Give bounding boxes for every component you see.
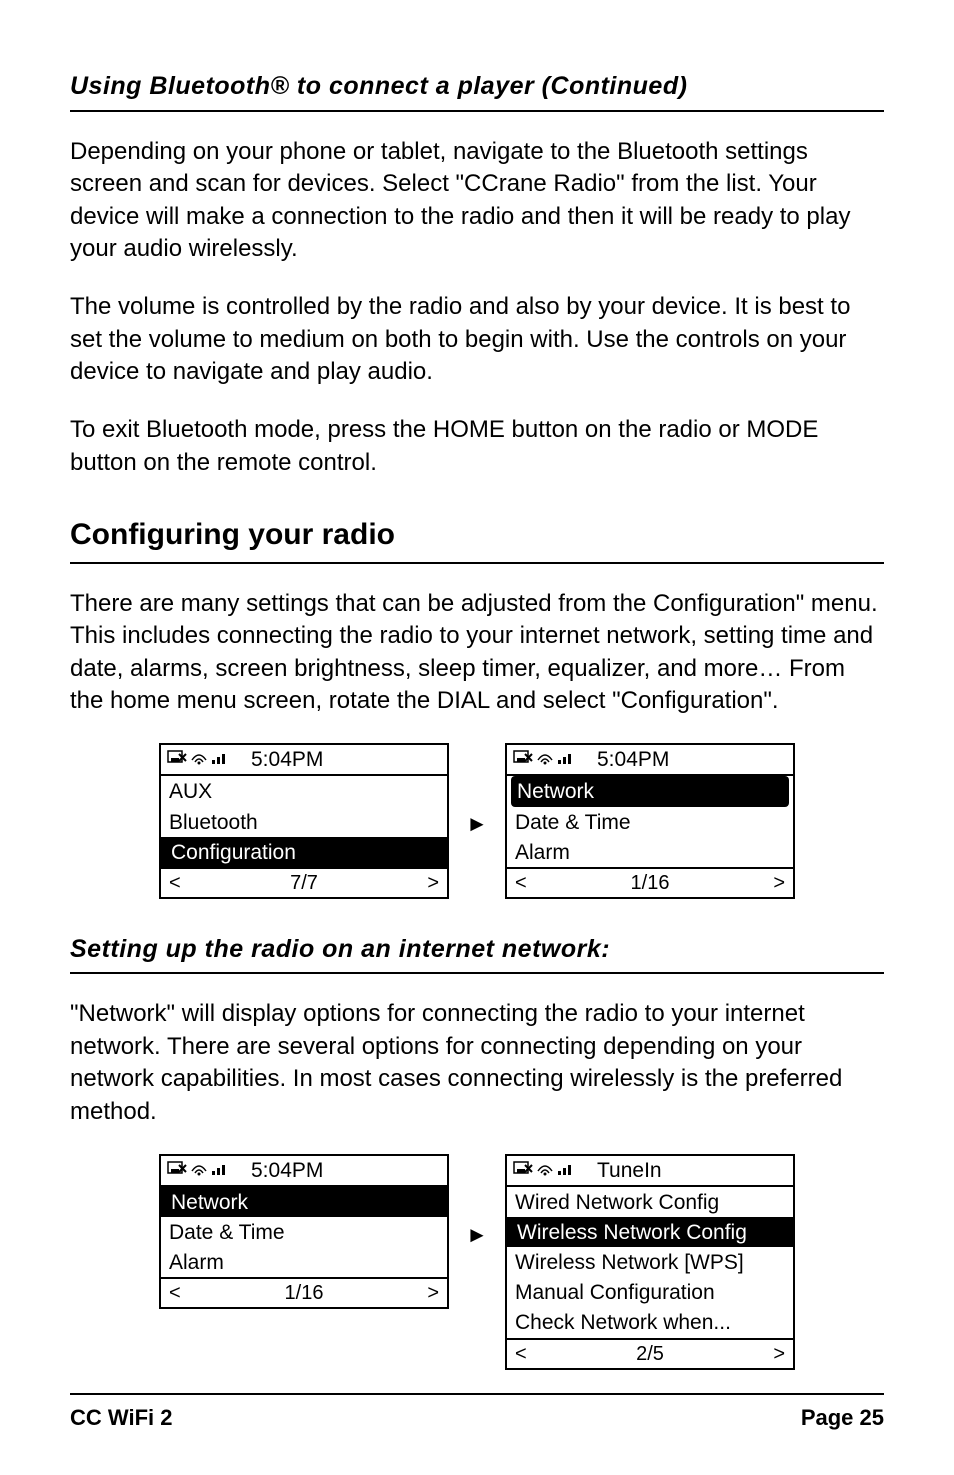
ethernet-icon [167,1159,187,1182]
lcd-panel-2-left: 5:04PM Network Date & Time Alarm < 1/16 … [159,1154,449,1309]
footer-product: CC WiFi 2 [70,1403,172,1433]
lcd-row-item: Wired Network Config [507,1187,793,1217]
lcd-prev: < [507,1340,535,1368]
signal-icon [211,1159,229,1182]
lcd-row-item: Bluetooth [161,807,447,837]
lcd-time: 5:04PM [579,748,787,771]
arrow-icon: ► [461,743,493,839]
signal-icon [211,748,229,771]
arrow-icon: ► [461,1154,493,1250]
lcd-row-item: Wireless Network [WPS] [507,1247,793,1277]
lcd-header: 5:04PM [161,1156,447,1187]
para-bt-3: To exit Bluetooth mode, press the HOME b… [70,414,884,479]
para-net-1: "Network" will display options for conne… [70,998,884,1128]
lcd-time: 5:04PM [233,1159,441,1182]
para-bt-1: Depending on your phone or tablet, navig… [70,136,884,266]
lcd-row-item: Manual Configuration [507,1277,793,1307]
wifi-icon [190,748,208,771]
heading-network: Setting up the radio on an internet netw… [70,933,884,975]
signal-icon [557,748,575,771]
lcd-row-1: 5:04PM AUX Bluetooth Configuration < 7/7… [70,743,884,898]
status-icons [167,748,229,771]
lcd-page: 2/5 [535,1340,766,1368]
lcd-footer: < 7/7 > [161,867,447,897]
lcd-prev: < [161,869,189,897]
wifi-icon [190,1159,208,1182]
ethernet-icon [513,748,533,771]
lcd-prev: < [507,869,535,897]
ethernet-icon [167,748,187,771]
lcd-row-item-selected: Network [161,1187,447,1217]
lcd-header: 5:04PM [161,745,447,776]
lcd-panel-1-right: 5:04PM Network Date & Time Alarm < 1/16 … [505,743,795,898]
page-footer: CC WiFi 2 Page 25 [70,1393,884,1433]
lcd-row-2: 5:04PM Network Date & Time Alarm < 1/16 … [70,1154,884,1370]
footer-page: Page 25 [801,1403,884,1433]
lcd-row-item: Check Network when... [507,1307,793,1337]
wifi-icon [536,748,554,771]
lcd-row-item: Alarm [507,837,793,867]
heading-configure: Configuring your radio [70,515,884,564]
lcd-header: 5:04PM [507,745,793,776]
lcd-row-item: AUX [161,776,447,806]
heading-bluetooth: Using Bluetooth® to connect a player (Co… [70,70,884,112]
lcd-footer: < 1/16 > [507,867,793,897]
lcd-footer: < 1/16 > [161,1277,447,1307]
status-icons [513,1159,575,1182]
lcd-next: > [765,869,793,897]
lcd-row-item-selected: Configuration [161,837,447,867]
ethernet-icon [513,1159,533,1182]
lcd-time: TuneIn [579,1159,787,1182]
lcd-next: > [419,1279,447,1307]
lcd-page: 1/16 [535,869,766,897]
lcd-header: TuneIn [507,1156,793,1187]
status-icons [513,748,575,771]
lcd-row-item: Date & Time [161,1217,447,1247]
signal-icon [557,1159,575,1182]
lcd-page: 7/7 [189,869,420,897]
lcd-next: > [765,1340,793,1368]
lcd-footer: < 2/5 > [507,1338,793,1368]
lcd-panel-1-left: 5:04PM AUX Bluetooth Configuration < 7/7… [159,743,449,898]
wifi-icon [536,1159,554,1182]
lcd-time: 5:04PM [233,748,441,771]
lcd-page: 1/16 [189,1279,420,1307]
lcd-row-item: Date & Time [507,807,793,837]
lcd-prev: < [161,1279,189,1307]
para-bt-2: The volume is controlled by the radio an… [70,291,884,388]
lcd-row-item-selected: Network [511,776,789,806]
lcd-next: > [419,869,447,897]
para-cfg-1: There are many settings that can be adju… [70,588,884,718]
lcd-panel-2-right: TuneIn Wired Network Config Wireless Net… [505,1154,795,1370]
status-icons [167,1159,229,1182]
lcd-row-item-selected: Wireless Network Config [507,1217,793,1247]
lcd-row-item: Alarm [161,1247,447,1277]
